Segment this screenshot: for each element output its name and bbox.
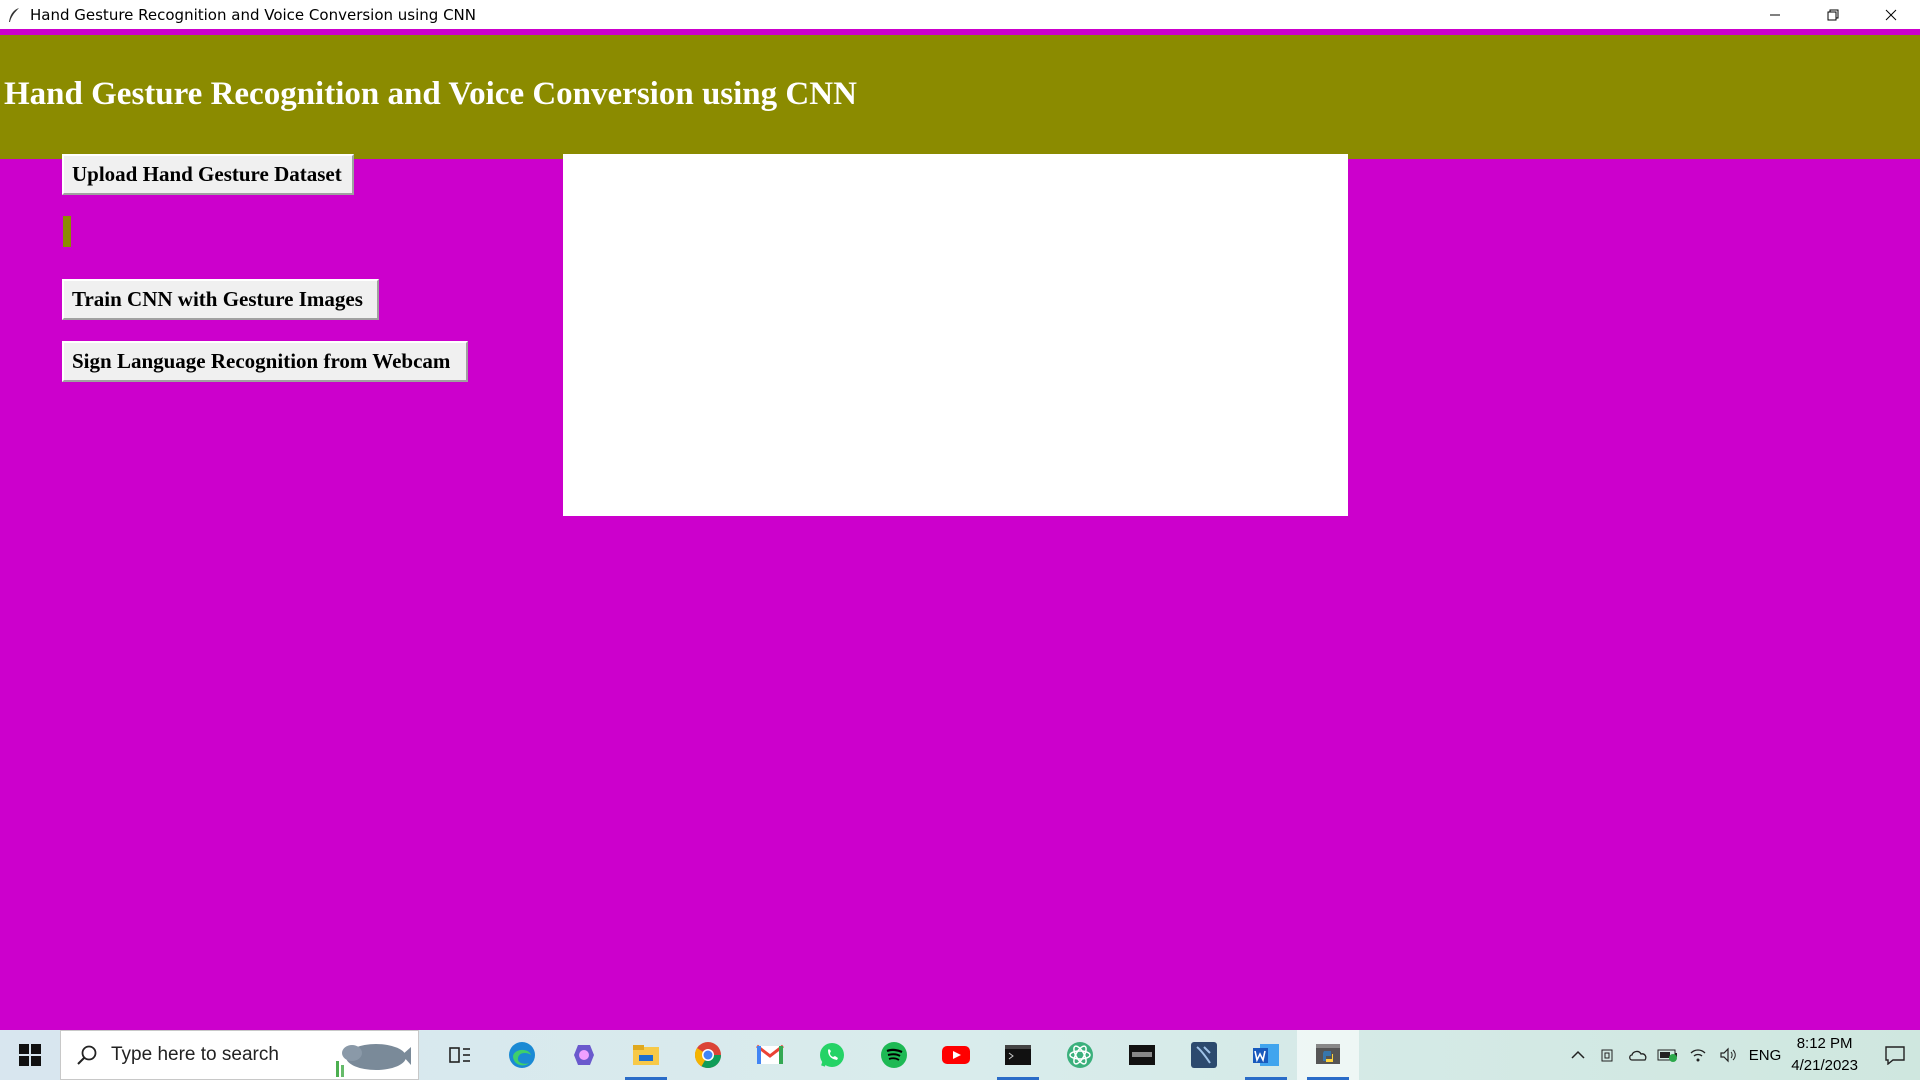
whatsapp-icon[interactable] xyxy=(801,1030,863,1080)
onedrive-icon[interactable] xyxy=(1623,1030,1653,1080)
output-text-area[interactable] xyxy=(563,154,1348,516)
language-indicator[interactable]: ENG xyxy=(1749,1047,1782,1064)
terminal-icon[interactable] xyxy=(987,1030,1049,1080)
clock-date: 4/21/2023 xyxy=(1791,1057,1858,1074)
start-button[interactable] xyxy=(0,1030,60,1080)
webcam-recognition-button[interactable]: Sign Language Recognition from Webcam xyxy=(62,341,468,382)
word-icon[interactable] xyxy=(1235,1030,1297,1080)
copilot-icon[interactable] xyxy=(553,1030,615,1080)
upload-dataset-button[interactable]: Upload Hand Gesture Dataset xyxy=(62,154,354,195)
youtube-icon[interactable] xyxy=(925,1030,987,1080)
edge-icon[interactable] xyxy=(491,1030,553,1080)
app-heading-bar: Hand Gesture Recognition and Voice Conve… xyxy=(0,35,1920,159)
close-button[interactable] xyxy=(1862,0,1920,29)
minimize-button[interactable] xyxy=(1746,0,1804,29)
chevron-up-icon[interactable] xyxy=(1563,1030,1593,1080)
taskbar-search[interactable]: Type here to search xyxy=(60,1030,419,1080)
gmail-icon[interactable] xyxy=(739,1030,801,1080)
window-title-bar: Hand Gesture Recognition and Voice Conve… xyxy=(0,0,1920,29)
train-cnn-button[interactable]: Train CNN with Gesture Images xyxy=(62,279,379,320)
python-icon[interactable] xyxy=(1297,1030,1359,1080)
atom-icon[interactable] xyxy=(1049,1030,1111,1080)
status-label xyxy=(63,216,71,247)
clock-time: 8:12 PM xyxy=(1796,1035,1853,1052)
chrome-icon[interactable] xyxy=(677,1030,739,1080)
window-controls xyxy=(1746,0,1920,29)
file-explorer-icon[interactable] xyxy=(615,1030,677,1080)
app-heading: Hand Gesture Recognition and Voice Conve… xyxy=(4,75,857,112)
battery-icon[interactable] xyxy=(1653,1030,1683,1080)
restore-button[interactable] xyxy=(1804,0,1862,29)
meet-icon[interactable] xyxy=(1593,1030,1623,1080)
wifi-icon[interactable] xyxy=(1683,1030,1713,1080)
volume-icon[interactable] xyxy=(1713,1030,1743,1080)
search-placeholder: Type here to search xyxy=(111,1044,279,1065)
search-icon xyxy=(75,1043,99,1067)
task-view-icon[interactable] xyxy=(429,1030,491,1080)
window-title: Hand Gesture Recognition and Voice Conve… xyxy=(30,5,476,24)
clock[interactable]: 8:12 PM 4/21/2023 xyxy=(1791,1033,1858,1077)
spotify-icon[interactable] xyxy=(863,1030,925,1080)
windows-icon xyxy=(19,1044,41,1066)
manatee-icon xyxy=(336,1044,411,1077)
taskbar: Type here to search ENG 8:12 PM 4/21/202… xyxy=(0,1030,1920,1080)
workbench-icon[interactable] xyxy=(1173,1030,1235,1080)
notification-icon[interactable] xyxy=(1870,1030,1920,1080)
pinned-apps xyxy=(429,1030,1359,1080)
feather-icon xyxy=(6,7,22,23)
system-tray: ENG 8:12 PM 4/21/2023 xyxy=(1563,1030,1920,1080)
mysql-icon[interactable] xyxy=(1111,1030,1173,1080)
